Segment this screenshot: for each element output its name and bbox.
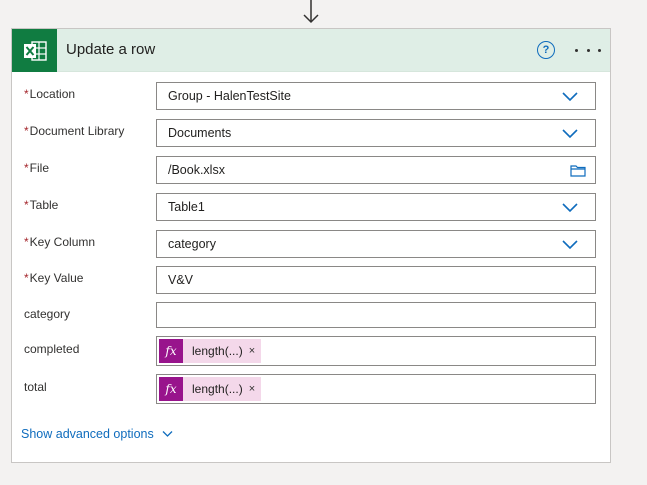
field-label: total (24, 380, 47, 394)
help-icon[interactable]: ? (537, 41, 555, 59)
show-advanced-options-link[interactable]: Show advanced options (21, 427, 173, 441)
excel-icon (12, 29, 57, 72)
field-location: *Location Group - HalenTestSite (12, 82, 612, 112)
function-icon: fx (159, 339, 183, 363)
remove-token-icon[interactable]: × (249, 345, 255, 357)
field-file: *File /Book.xlsx (12, 156, 612, 186)
token-label: length(...) (192, 382, 243, 396)
function-icon: fx (159, 377, 183, 401)
action-card: Update a row ? *Location Group - HalenTe… (11, 28, 611, 463)
field-table: *Table Table1 (12, 193, 612, 223)
token-label: length(...) (192, 344, 243, 358)
chevron-down-icon (562, 203, 578, 213)
field-category: category (12, 302, 612, 332)
field-key-value: *Key Value V&V (12, 266, 612, 296)
chevron-down-icon (562, 92, 578, 102)
expression-token[interactable]: fx length(...) × (159, 377, 262, 401)
field-label: *Key Column (24, 235, 96, 249)
chevron-down-icon (562, 129, 578, 139)
field-label: category (24, 307, 71, 321)
folder-icon[interactable] (570, 164, 586, 177)
field-key-column: *Key Column category (12, 230, 612, 260)
document-library-dropdown[interactable]: Documents (156, 119, 596, 147)
total-input[interactable]: fx length(...) × (156, 374, 596, 404)
more-options-icon[interactable] (575, 40, 601, 60)
field-value: V&V (168, 273, 194, 287)
chevron-down-icon (562, 240, 578, 250)
completed-input[interactable]: fx length(...) × (156, 336, 596, 366)
field-label: *Document Library (24, 124, 125, 138)
field-label: completed (24, 342, 80, 356)
chevron-down-icon (162, 431, 173, 437)
card-title: Update a row (66, 41, 156, 58)
show-advanced-label: Show advanced options (21, 427, 154, 441)
connector-arrow-icon (303, 0, 319, 24)
field-label: *File (24, 161, 50, 175)
field-value: Table1 (168, 200, 205, 214)
field-completed: completed fx length(...) × (12, 336, 612, 366)
field-label: *Location (24, 87, 76, 101)
field-value: Group - HalenTestSite (168, 89, 291, 103)
field-value: /Book.xlsx (168, 163, 225, 177)
field-value: Documents (168, 126, 232, 140)
field-label: *Key Value (24, 271, 84, 285)
file-picker-input[interactable]: /Book.xlsx (156, 156, 596, 184)
location-dropdown[interactable]: Group - HalenTestSite (156, 82, 596, 110)
key-value-input[interactable]: V&V (156, 266, 596, 294)
remove-token-icon[interactable]: × (249, 383, 255, 395)
field-document-library: *Document Library Documents (12, 119, 612, 149)
field-total: total fx length(...) × (12, 374, 612, 404)
card-header[interactable]: Update a row ? (12, 29, 610, 72)
expression-token[interactable]: fx length(...) × (159, 339, 262, 363)
key-column-dropdown[interactable]: category (156, 230, 596, 258)
category-input[interactable] (156, 302, 596, 328)
field-value: category (168, 237, 216, 251)
field-label: *Table (24, 198, 59, 212)
table-dropdown[interactable]: Table1 (156, 193, 596, 221)
